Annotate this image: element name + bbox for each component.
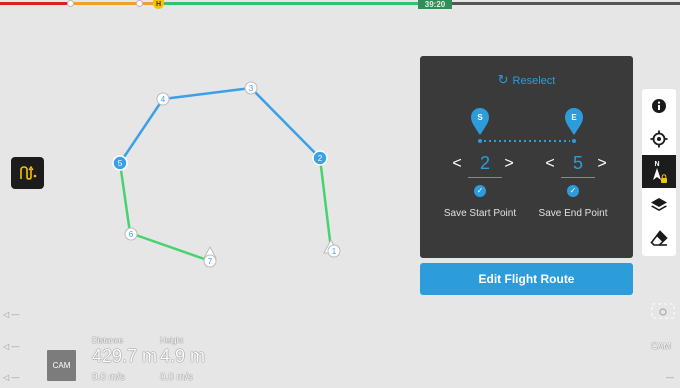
end-prev-button[interactable]: <	[543, 155, 557, 173]
save-start-label: Save Start Point	[443, 208, 517, 219]
start-prev-button[interactable]: <	[450, 155, 464, 173]
edit-flight-route-button[interactable]: Edit Flight Route	[420, 263, 633, 295]
end-point-value: 5	[572, 153, 583, 173]
start-pin-icon: S	[471, 108, 489, 135]
left-edge-indicator: ◁ —	[3, 342, 20, 351]
waypoint-label: 4	[161, 95, 166, 104]
info-icon	[652, 98, 666, 113]
segment-connector	[478, 139, 576, 143]
end-next-button[interactable]: >	[595, 155, 609, 173]
waypoint-label: 1	[332, 247, 337, 256]
waypoint-label: 2	[318, 154, 323, 163]
waypoint-7[interactable]: 7	[203, 245, 217, 268]
route-segment-1-2	[318, 156, 333, 251]
save-end-label: Save End Point	[538, 208, 608, 219]
waypoint-3[interactable]: 3	[244, 81, 258, 95]
waypoint-label: 6	[129, 230, 134, 239]
reselect-label: Reselect	[512, 75, 556, 87]
route-segment-4-5	[118, 97, 165, 165]
route-segment-5-6	[118, 161, 132, 235]
height-value: 4.9 m	[160, 346, 206, 366]
layers-button[interactable]	[642, 188, 676, 221]
route-segment-2-3	[249, 86, 322, 160]
distance-value: 429.7 m	[92, 346, 158, 366]
right-edge-indicator: —	[666, 373, 674, 382]
height-label: Height	[160, 336, 184, 345]
waypoint-2[interactable]: 2	[312, 150, 328, 166]
locate-icon	[650, 130, 668, 147]
map-toolbar: N	[642, 89, 676, 256]
waypoint-6[interactable]: 6	[124, 227, 138, 241]
reselect-button[interactable]: ↻ Reselect	[420, 72, 633, 88]
waypoint-4[interactable]: 4	[156, 92, 170, 106]
start-next-button[interactable]: >	[502, 155, 516, 173]
waypoint-label: 7	[208, 257, 213, 266]
end-pin-icon: E	[565, 108, 583, 135]
save-start-checkbox[interactable]: ✓	[474, 185, 486, 197]
end-pin-label: E	[571, 113, 577, 122]
right-cam-label[interactable]: CAM	[651, 341, 671, 351]
eraser-icon	[650, 229, 668, 246]
left-edge-indicator: ◁ —	[3, 310, 20, 319]
waypoint-label: 5	[118, 159, 123, 168]
distance-label: Distance	[92, 336, 124, 345]
gimbal-reset-icon[interactable]	[651, 302, 677, 320]
route-segment-panel: ↻ Reselect S E < 2 > < 5 > ✓ ✓ Save Start…	[420, 56, 633, 258]
waypoint-1[interactable]: 1	[323, 238, 341, 258]
start-point-value: 2	[479, 153, 490, 173]
compass-lock-button[interactable]: N	[642, 155, 676, 188]
eraser-button[interactable]	[642, 221, 676, 254]
start-point-stepper: < 2 >	[450, 153, 520, 178]
route-path-icon	[19, 165, 36, 180]
left-edge-indicator: ◁ —	[3, 373, 20, 382]
refresh-icon: ↻	[497, 72, 509, 87]
waypoint-5[interactable]: 5	[112, 155, 128, 171]
distance-speed: 0.0 m/s	[92, 372, 125, 383]
compass-north-label: N	[654, 161, 659, 168]
end-point-underline	[561, 177, 595, 178]
route-segment-3-4	[161, 86, 253, 101]
save-end-checkbox[interactable]: ✓	[567, 185, 579, 197]
route-path-tool-button[interactable]	[11, 157, 44, 189]
waypoint-label: 3	[249, 84, 254, 93]
camera-view-thumbnail[interactable]: CAM	[47, 350, 76, 381]
end-point-stepper: < 5 >	[543, 153, 613, 178]
route-segment-6-7	[128, 231, 212, 263]
locate-button[interactable]	[642, 122, 676, 155]
start-pin-label: S	[477, 113, 483, 122]
height-speed: 0.0 m/s	[160, 372, 193, 383]
compass-north-lock-icon: N	[653, 161, 667, 183]
info-button[interactable]	[642, 89, 676, 122]
layers-icon	[651, 197, 667, 211]
start-point-underline	[468, 177, 502, 178]
